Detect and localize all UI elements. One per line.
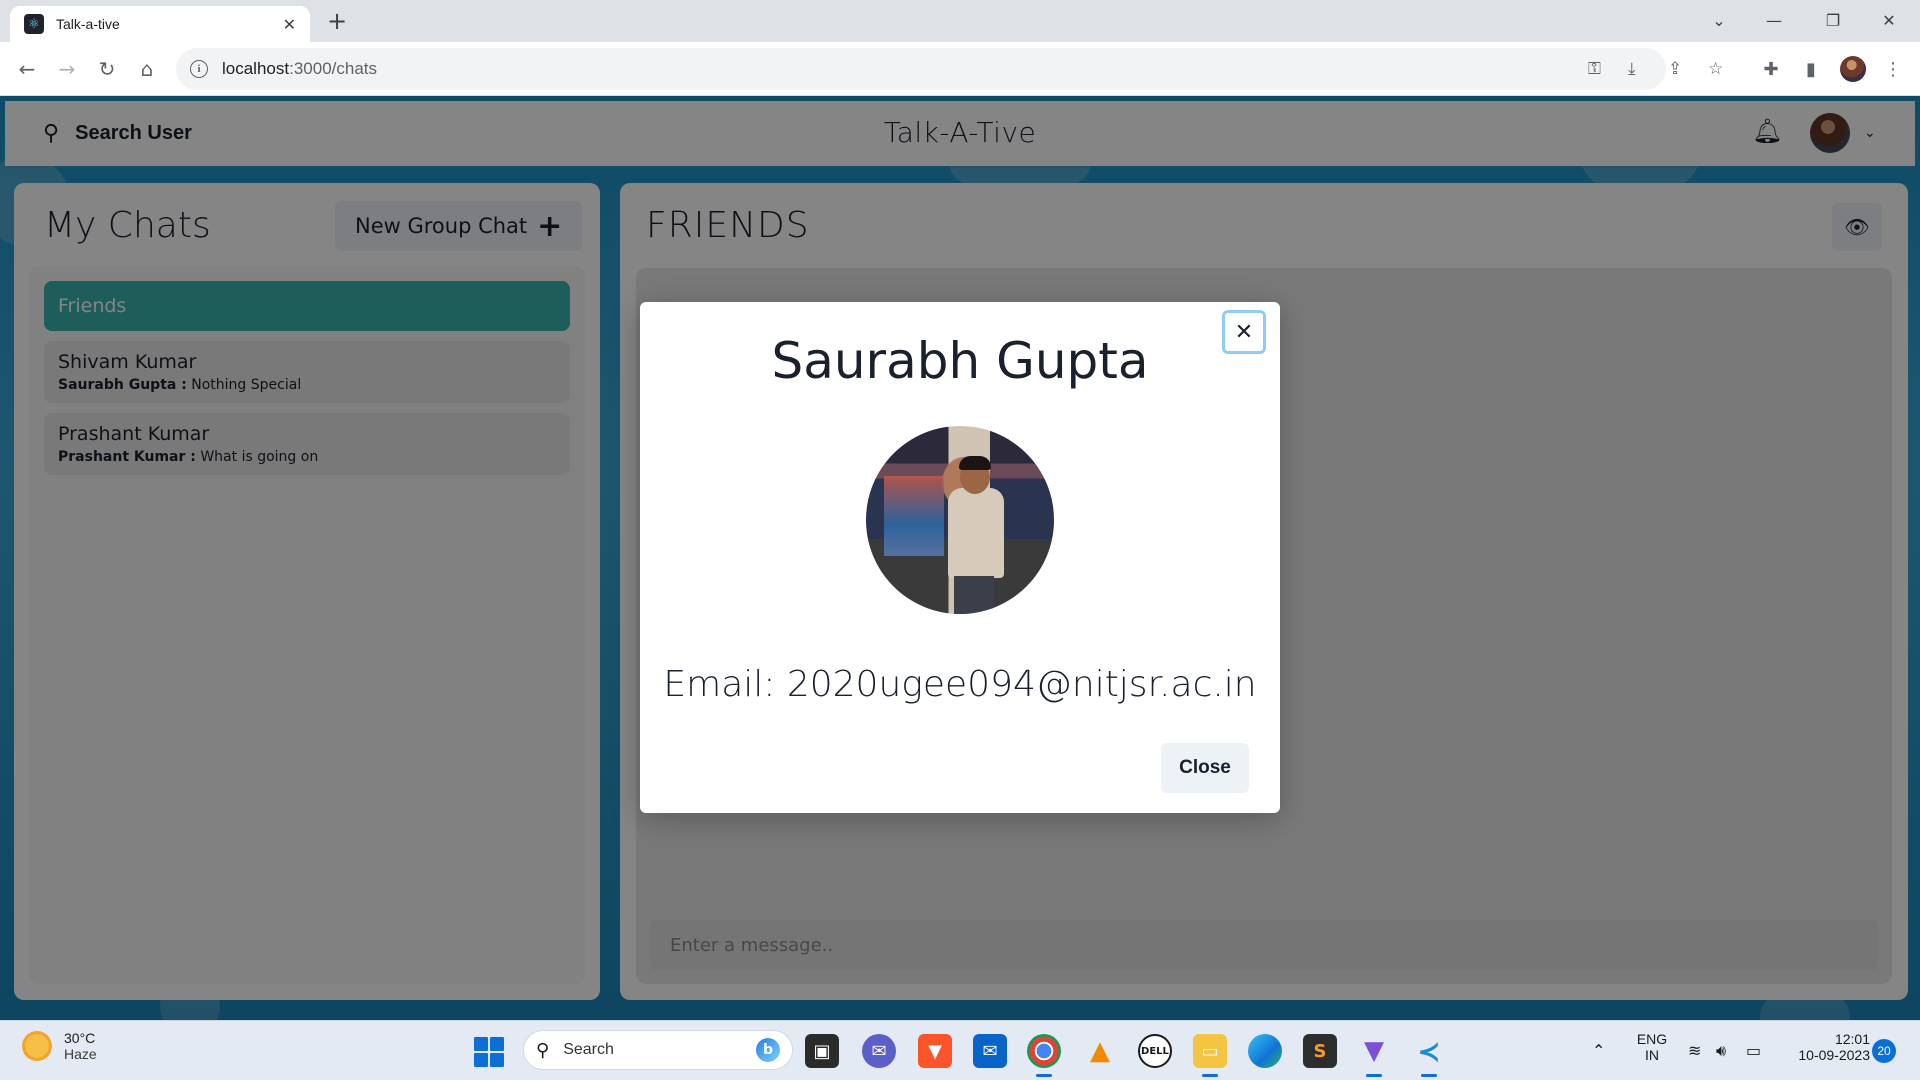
vscode-icon[interactable]: ≺ <box>1412 1034 1446 1077</box>
close-tab-icon[interactable]: ✕ <box>283 15 296 34</box>
browser-toolbar: ← → ↻ ⌂ i localhost:3000/chats ⚿ ⤓ ⇪ ☆ ✚… <box>0 42 1920 96</box>
weather-sun-icon <box>22 1031 52 1061</box>
home-icon[interactable]: ⌂ <box>133 55 161 83</box>
bing-icon[interactable]: b <box>756 1038 780 1062</box>
brave-browser-icon[interactable]: ▼ <box>918 1034 952 1068</box>
mail-icon[interactable]: ✉ <box>973 1034 1007 1068</box>
show-hidden-icons-chevron-up-icon[interactable]: ⌃ <box>1592 1041 1605 1060</box>
url-path: :3000/chats <box>289 59 378 78</box>
profile-picture <box>866 426 1054 614</box>
clock[interactable]: 12:01 10-09-2023 <box>1780 1031 1870 1063</box>
modal-close-button[interactable]: Close <box>1161 743 1249 793</box>
search-icon: ⚲ <box>536 1039 550 1061</box>
os-taskbar: 30°C Haze ⚲ Search b ▣ ✉ ▼ ✉ ▲ DELL ▭ S … <box>0 1020 1920 1080</box>
restore-icon[interactable]: ❐ <box>1810 6 1856 34</box>
tab-search-icon[interactable]: ⌄ <box>1696 6 1742 34</box>
file-explorer-icon[interactable]: ▭ <box>1193 1034 1227 1077</box>
taskbar-search[interactable]: ⚲ Search b <box>523 1030 793 1070</box>
vpn-app-icon[interactable]: ▼ <box>1357 1034 1391 1077</box>
modal-close-icon[interactable]: ✕ <box>1222 310 1266 354</box>
browser-tab[interactable]: ⚛ Talk-a-tive ✕ <box>10 6 310 42</box>
new-tab-button[interactable]: + <box>325 7 349 35</box>
dell-icon[interactable]: DELL <box>1138 1034 1172 1068</box>
react-icon: ⚛ <box>24 14 44 34</box>
task-view-icon[interactable]: ▣ <box>805 1034 839 1068</box>
language-code: ENG <box>1636 1031 1668 1047</box>
site-info-icon[interactable]: i <box>190 60 208 78</box>
notification-badge[interactable]: 20 <box>1872 1039 1896 1063</box>
modal-email: Email: 2020ugee094@nitjsr.ac.in <box>663 664 1257 705</box>
reload-icon[interactable]: ↻ <box>93 55 121 83</box>
bookmark-star-icon[interactable]: ☆ <box>1708 59 1723 79</box>
taskbar-search-label: Search <box>563 1041 614 1058</box>
clock-time: 12:01 <box>1834 1031 1870 1047</box>
url-host: localhost <box>222 59 290 78</box>
volume-icon[interactable]: 🔊︎ <box>1716 1041 1726 1061</box>
teams-chat-icon[interactable]: ✉ <box>862 1034 896 1068</box>
modal-user-name: Saurabh Gupta <box>771 332 1149 390</box>
sublime-text-icon[interactable]: S <box>1303 1034 1337 1068</box>
weather-temperature: 30°C <box>64 1030 96 1046</box>
profile-avatar[interactable] <box>1839 55 1867 83</box>
key-icon[interactable]: ⚿ <box>1588 59 1601 79</box>
wifi-icon[interactable]: ≋ <box>1688 1041 1701 1060</box>
forward-icon[interactable]: → <box>53 55 81 83</box>
address-bar[interactable]: i localhost:3000/chats ⚿ ⤓ ⇪ ☆ <box>176 48 1723 90</box>
profile-modal: Saurabh Gupta ✕ Email: 2020ugee094@nitjs… <box>640 302 1280 813</box>
weather-widget[interactable]: 30°C Haze <box>22 1030 97 1062</box>
language-indicator[interactable]: ENG IN <box>1632 1031 1672 1063</box>
install-icon[interactable]: ⤓ <box>1628 59 1636 79</box>
minimize-icon[interactable]: — <box>1751 6 1797 34</box>
clock-date: 10-09-2023 <box>1798 1047 1870 1063</box>
battery-icon[interactable]: ▭ <box>1746 1041 1761 1060</box>
url-text: localhost:3000/chats <box>222 59 377 79</box>
chrome-icon[interactable] <box>1027 1034 1061 1077</box>
windows-start-icon[interactable] <box>474 1037 504 1067</box>
side-panel-icon[interactable]: ▮ <box>1797 55 1825 83</box>
weather-condition: Haze <box>64 1046 97 1062</box>
vlc-icon[interactable]: ▲ <box>1083 1034 1117 1068</box>
extensions-icon[interactable]: ✚ <box>1757 55 1785 83</box>
browser-tab-bar: ⚛ Talk-a-tive ✕ + ⌄ — ❐ ✕ <box>0 0 1920 42</box>
back-icon[interactable]: ← <box>13 55 41 83</box>
share-icon[interactable]: ⇪ <box>1668 59 1682 79</box>
chrome-menu-icon[interactable]: ⋮ <box>1879 55 1907 83</box>
region-code: IN <box>1645 1047 1659 1063</box>
window-close-icon[interactable]: ✕ <box>1866 6 1912 34</box>
tab-title: Talk-a-tive <box>56 16 120 32</box>
edge-icon[interactable] <box>1248 1034 1282 1068</box>
